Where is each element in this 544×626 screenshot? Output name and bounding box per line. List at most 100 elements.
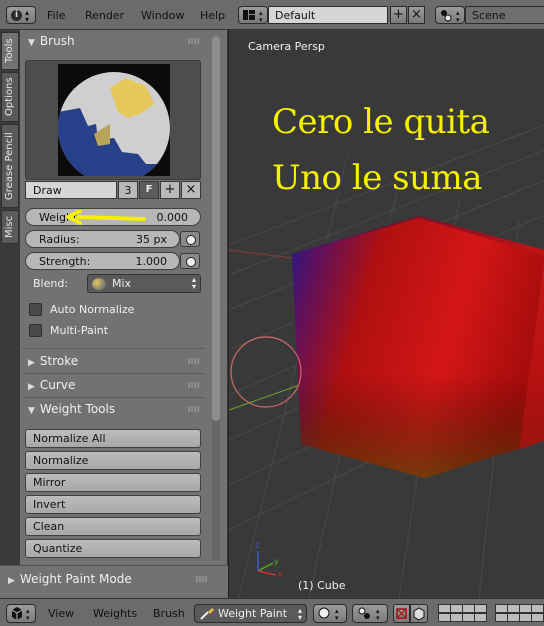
unlink-brush-button[interactable]: × <box>181 181 201 199</box>
radius-slider[interactable]: Radius: 35 px <box>25 230 180 248</box>
view-name-label: Camera Persp <box>248 40 325 53</box>
normalize-all-button[interactable]: Normalize All <box>25 429 201 448</box>
auto-normalize-label: Auto Normalize <box>50 303 135 316</box>
panel-grip-icon[interactable] <box>188 38 200 44</box>
face-mask-icon <box>396 608 407 619</box>
tab-misc[interactable]: Misc <box>1 210 19 244</box>
menu-weights[interactable]: Weights <box>93 607 137 620</box>
panel-grip-icon[interactable] <box>188 358 200 364</box>
axes-gizmo: z y x <box>255 541 283 579</box>
interaction-mode-select[interactable]: Weight Paint ▴ ▾ <box>194 604 307 623</box>
layout-name-field[interactable]: Default <box>268 6 388 24</box>
scene-icon: ▴ ▾ <box>441 9 460 24</box>
curve-panel-title: Curve <box>39 378 76 392</box>
face-mask-toggle[interactable] <box>393 604 410 623</box>
solid-shading-icon: ▴ ▾ <box>318 607 339 622</box>
vertex-mask-icon <box>413 607 425 621</box>
brush-preview[interactable] <box>25 60 201 180</box>
normalize-button[interactable]: Normalize <box>25 451 201 470</box>
stroke-panel-title: Stroke <box>39 354 79 368</box>
layers-grid-left[interactable] <box>438 599 488 626</box>
panel-grip-icon[interactable] <box>188 382 200 388</box>
pivot-point-select[interactable]: ▴ ▾ <box>352 604 388 623</box>
weight-value: 0.000 <box>156 211 189 224</box>
brush-users-count[interactable]: 3 <box>118 181 138 199</box>
vertex-mask-toggle[interactable] <box>410 604 428 623</box>
tool-shelf-tabs: Tools Options Grease Pencil Misc <box>0 30 20 565</box>
scene-name-field[interactable]: Scene <box>465 6 544 24</box>
remove-layout-button[interactable]: × <box>408 6 425 24</box>
divider <box>22 348 205 349</box>
clean-button[interactable]: Clean <box>25 517 201 536</box>
weight-paint-brush-icon <box>200 608 214 620</box>
stroke-panel-header[interactable]: ▶ Stroke <box>20 350 206 372</box>
collapsed-triangle-icon: ▶ <box>8 576 15 586</box>
strength-label: Strength: <box>39 255 91 268</box>
weight-tools-title: Weight Tools <box>39 402 116 416</box>
interaction-mode-value: Weight Paint <box>218 607 288 620</box>
strength-pressure-button[interactable] <box>180 253 200 269</box>
fake-user-button[interactable]: F <box>139 181 159 199</box>
3d-viewport[interactable]: z y x Camera Persp Cero le quita Uno le … <box>228 30 544 598</box>
invert-button[interactable]: Invert <box>25 495 201 514</box>
weight-paint-mode-header[interactable]: ▶ Weight Paint Mode <box>0 568 220 590</box>
brush-panel-header[interactable]: ▼ Brush <box>20 30 206 52</box>
panel-grip-icon[interactable] <box>196 576 208 582</box>
tab-options[interactable]: Options <box>1 72 19 122</box>
screen-layout-selector[interactable]: ▴ ▾ <box>238 6 268 24</box>
plus-icon: + <box>393 7 404 22</box>
menu-view[interactable]: View <box>48 607 74 620</box>
quantize-button[interactable]: Quantize <box>25 539 201 558</box>
3d-view-icon: ▴ ▾ <box>11 607 30 622</box>
blend-mode-select[interactable]: Mix ▴ ▾ <box>87 274 201 293</box>
checkbox-box[interactable] <box>29 324 42 337</box>
svg-text:▾: ▾ <box>456 16 460 23</box>
close-icon: × <box>185 182 197 197</box>
curve-panel-header[interactable]: ▶ Curve <box>20 374 206 396</box>
tab-tools[interactable]: Tools <box>1 32 19 70</box>
tool-shelf-scrollbar[interactable] <box>212 36 220 560</box>
svg-text:▾: ▾ <box>335 614 339 622</box>
editor-type-button[interactable]: i ▴ ▾ <box>6 6 36 24</box>
radius-label: Radius: <box>39 233 80 246</box>
collapsed-triangle-icon: ▶ <box>28 382 35 392</box>
weight-tools-panel-header[interactable]: ▼ Weight Tools <box>20 398 206 420</box>
layers-grid-right[interactable] <box>495 599 544 626</box>
radius-pressure-button[interactable] <box>180 231 200 247</box>
add-layout-button[interactable]: + <box>390 6 407 24</box>
svg-text:z: z <box>255 541 259 550</box>
active-object-label: (1) Cube <box>298 579 346 592</box>
pivot-point-icon: ▴ ▾ <box>358 607 380 622</box>
panel-grip-icon[interactable] <box>188 406 200 412</box>
brush-name-field[interactable]: Draw <box>25 181 117 199</box>
viewport-shading-select[interactable]: ▴ ▾ <box>313 604 347 623</box>
collapsed-triangle-icon: ▶ <box>28 358 35 368</box>
blend-mode-value: Mix <box>112 277 132 290</box>
menu-brush[interactable]: Brush <box>153 607 185 620</box>
blend-label: Blend: <box>33 277 69 290</box>
scrollbar-thumb[interactable] <box>212 36 220 421</box>
info-header: i ▴ ▾ File Render Window Help ▴ ▾ Default… <box>0 0 544 30</box>
scene-selector[interactable]: ▴ ▾ <box>435 6 465 24</box>
editor-type-button[interactable]: ▴ ▾ <box>6 604 36 623</box>
menu-render[interactable]: Render <box>85 9 124 22</box>
checkbox-box[interactable] <box>29 303 42 316</box>
weight-paint-mode-title: Weight Paint Mode <box>19 572 132 586</box>
menu-window[interactable]: Window <box>141 9 184 22</box>
up-down-arrows-icon: ▴ ▾ <box>297 606 302 622</box>
tab-grease-pencil[interactable]: Grease Pencil <box>1 124 19 208</box>
svg-text:x: x <box>278 570 283 579</box>
strength-value: 1.000 <box>135 255 168 268</box>
tool-shelf: ▼ Brush Draw 3 F + × Weight 0.000 Radius… <box>20 30 227 565</box>
new-brush-button[interactable]: + <box>160 181 180 199</box>
mirror-button[interactable]: Mirror <box>25 473 201 492</box>
strength-slider[interactable]: Strength: 1.000 <box>25 252 180 270</box>
menu-help[interactable]: Help <box>200 9 225 22</box>
brush-thumbnail <box>58 64 170 176</box>
menu-file[interactable]: File <box>47 9 65 22</box>
up-down-arrows-icon: ▴ ▾ <box>25 8 30 24</box>
brush-panel-title: Brush <box>39 34 75 48</box>
svg-text:▾: ▾ <box>376 614 380 622</box>
plus-icon: + <box>164 182 176 197</box>
arrow-annotation-icon <box>66 210 146 225</box>
